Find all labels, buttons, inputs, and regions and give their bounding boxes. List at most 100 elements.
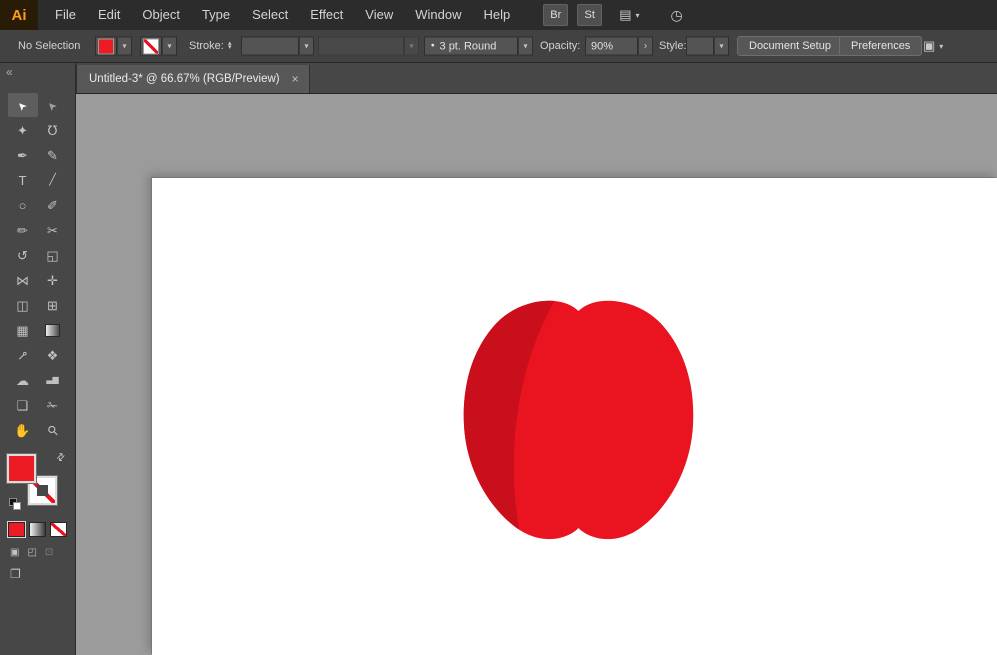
- sync-settings-icon[interactable]: ◷: [671, 7, 683, 24]
- magic-wand-icon: ✦: [17, 122, 28, 138]
- paint-type-buttons: [8, 522, 75, 537]
- apple-artwork[interactable]: [456, 298, 701, 544]
- lasso-tool[interactable]: ℧: [38, 118, 68, 142]
- preferences-button[interactable]: Preferences: [839, 36, 923, 56]
- symbol-sprayer-tool[interactable]: ☁: [8, 368, 38, 392]
- free-transform-tool[interactable]: ✛: [38, 268, 68, 292]
- stroke-label[interactable]: Stroke:: [189, 40, 224, 52]
- curvature-tool[interactable]: ✎: [38, 143, 68, 167]
- stroke-hole: [37, 485, 48, 496]
- opacity-field[interactable]: 90% ›: [585, 36, 653, 56]
- stroke-weight-stepper[interactable]: ▴ ▾: [228, 40, 232, 51]
- screen-mode-button[interactable]: ❐: [10, 567, 75, 581]
- chevron-down-icon: ▾: [523, 41, 528, 51]
- fill-color-dropdown[interactable]: ▾: [95, 36, 132, 56]
- stepper-down-icon[interactable]: ▾: [228, 44, 232, 51]
- magic-wand-tool[interactable]: ✦: [8, 118, 38, 142]
- menu-file[interactable]: File: [44, 0, 87, 30]
- document-tab-bar: Untitled-3* @ 66.67% (RGB/Preview) ×: [75, 62, 997, 94]
- paintbrush-icon: ✐: [47, 197, 58, 213]
- menu-type[interactable]: Type: [191, 0, 241, 30]
- menu-object[interactable]: Object: [131, 0, 191, 30]
- stroke-weight-value[interactable]: [241, 36, 299, 56]
- gradient-tool[interactable]: [38, 318, 68, 342]
- zoom-tool[interactable]: ⚲: [38, 418, 68, 442]
- width-profile-dropdown: ▾: [318, 36, 419, 56]
- stroke-weight-dropdown[interactable]: ▾: [241, 36, 314, 56]
- menu-window[interactable]: Window: [404, 0, 472, 30]
- free-transform-icon: ✛: [47, 272, 58, 288]
- none-button[interactable]: [50, 522, 67, 537]
- eyedropper-tool[interactable]: ⊸: [8, 343, 38, 367]
- tab-close-icon[interactable]: ×: [292, 72, 299, 86]
- chevron-down-icon: ▾: [409, 41, 414, 51]
- menu-select[interactable]: Select: [241, 0, 299, 30]
- zoom-icon: ⚲: [43, 421, 62, 439]
- direct-selection-tool[interactable]: ➤: [38, 93, 68, 117]
- control-bar: No Selection ▾ ▾ Stroke: ▴ ▾ ▾ ▾ • 3 pt.…: [0, 30, 997, 63]
- canvas[interactable]: [75, 93, 997, 655]
- default-fill-stroke-icon[interactable]: [9, 498, 22, 511]
- opacity-value[interactable]: 90%: [585, 36, 638, 56]
- slice-tool[interactable]: ✁: [38, 393, 68, 417]
- opacity-label[interactable]: Opacity:: [540, 40, 580, 52]
- chevron-down-icon: ▾: [719, 41, 724, 51]
- stock-button[interactable]: St: [577, 4, 603, 26]
- artboard-icon: ❏: [16, 397, 29, 413]
- menubar-right-controls: Br St ▤ ▾ ◷: [543, 4, 683, 26]
- collapse-panel-icon[interactable]: «: [6, 65, 13, 79]
- selection-tool[interactable]: ➤: [7, 93, 38, 117]
- bridge-button[interactable]: Br: [543, 4, 569, 26]
- artboard-tool[interactable]: ❏: [8, 393, 38, 417]
- illustrator-window: Ai File Edit Object Type Select Effect V…: [0, 0, 997, 655]
- rotate-tool[interactable]: ↺: [8, 243, 38, 267]
- width-tool[interactable]: ⋈: [8, 268, 38, 292]
- menu-edit[interactable]: Edit: [87, 0, 131, 30]
- tool-grid: ➤ ➤ ✦ ℧ ✒ ✎ T ╱ ○ ✐ ✏ ✂ ↺ ◱ ⋈ ✛ ◫ ⊞ ▦ ⊸ …: [0, 93, 75, 442]
- blend-tool[interactable]: ❖: [38, 343, 68, 367]
- swap-fill-stroke-icon[interactable]: ⇄: [54, 451, 68, 465]
- pen-tool[interactable]: ✒: [8, 143, 38, 167]
- workspace-switcher[interactable]: ▣ ▾: [923, 38, 943, 54]
- perspective-grid-tool[interactable]: ⊞: [38, 293, 68, 317]
- hand-tool[interactable]: ✋: [8, 418, 38, 442]
- fill-swatch[interactable]: [7, 454, 36, 483]
- document-tab[interactable]: Untitled-3* @ 66.67% (RGB/Preview) ×: [76, 65, 310, 93]
- gradient-button[interactable]: [29, 522, 46, 537]
- menu-help[interactable]: Help: [472, 0, 521, 30]
- arrange-documents-icon: ▤: [619, 7, 632, 22]
- pencil-tool[interactable]: ✏: [8, 218, 38, 242]
- stroke-none-swatch: [144, 39, 158, 53]
- tools-panel: « ➤ ➤ ✦ ℧ ✒ ✎ T ╱ ○ ✐ ✏ ✂ ↺ ◱ ⋈ ✛ ◫ ⊞ ▦ …: [0, 62, 76, 655]
- stroke-color-dropdown[interactable]: ▾: [140, 36, 177, 56]
- type-tool[interactable]: T: [8, 168, 38, 192]
- brush-definition-value: 3 pt. Round: [439, 40, 497, 52]
- pencil-icon: ✏: [17, 222, 28, 238]
- menu-effect[interactable]: Effect: [299, 0, 354, 30]
- fill-color-swatch: [99, 39, 113, 53]
- shape-builder-tool[interactable]: ◫: [8, 293, 38, 317]
- brush-definition-dropdown[interactable]: • 3 pt. Round ▾: [424, 36, 533, 56]
- arrange-documents-dropdown[interactable]: ▤ ▾: [619, 7, 639, 23]
- scale-tool[interactable]: ◱: [38, 243, 68, 267]
- draw-behind-icon[interactable]: ◰: [27, 547, 36, 558]
- mesh-tool[interactable]: ▦: [8, 318, 38, 342]
- width-icon: ⋈: [16, 272, 29, 288]
- line-segment-tool[interactable]: ╱: [38, 168, 68, 192]
- column-graph-icon: ▃▆: [46, 375, 59, 384]
- paintbrush-tool[interactable]: ✐: [38, 193, 68, 217]
- draw-inside-icon: ⊡: [44, 547, 54, 558]
- document-setup-button[interactable]: Document Setup: [737, 36, 843, 56]
- ellipse-tool[interactable]: ○: [8, 193, 38, 217]
- ellipse-icon: ○: [18, 197, 27, 213]
- column-graph-tool[interactable]: ▃▆: [38, 368, 68, 392]
- graphic-style-dropdown[interactable]: ▾: [686, 36, 729, 56]
- chevron-down-icon: ▾: [122, 41, 127, 51]
- opacity-popup-arrow-icon[interactable]: ›: [644, 41, 647, 52]
- scissors-icon: ✂: [47, 222, 58, 238]
- menu-view[interactable]: View: [354, 0, 404, 30]
- scissors-tool[interactable]: ✂: [38, 218, 68, 242]
- draw-normal-icon[interactable]: ▣: [10, 547, 19, 558]
- symbol-sprayer-icon: ☁: [16, 372, 29, 388]
- color-button[interactable]: [8, 522, 25, 537]
